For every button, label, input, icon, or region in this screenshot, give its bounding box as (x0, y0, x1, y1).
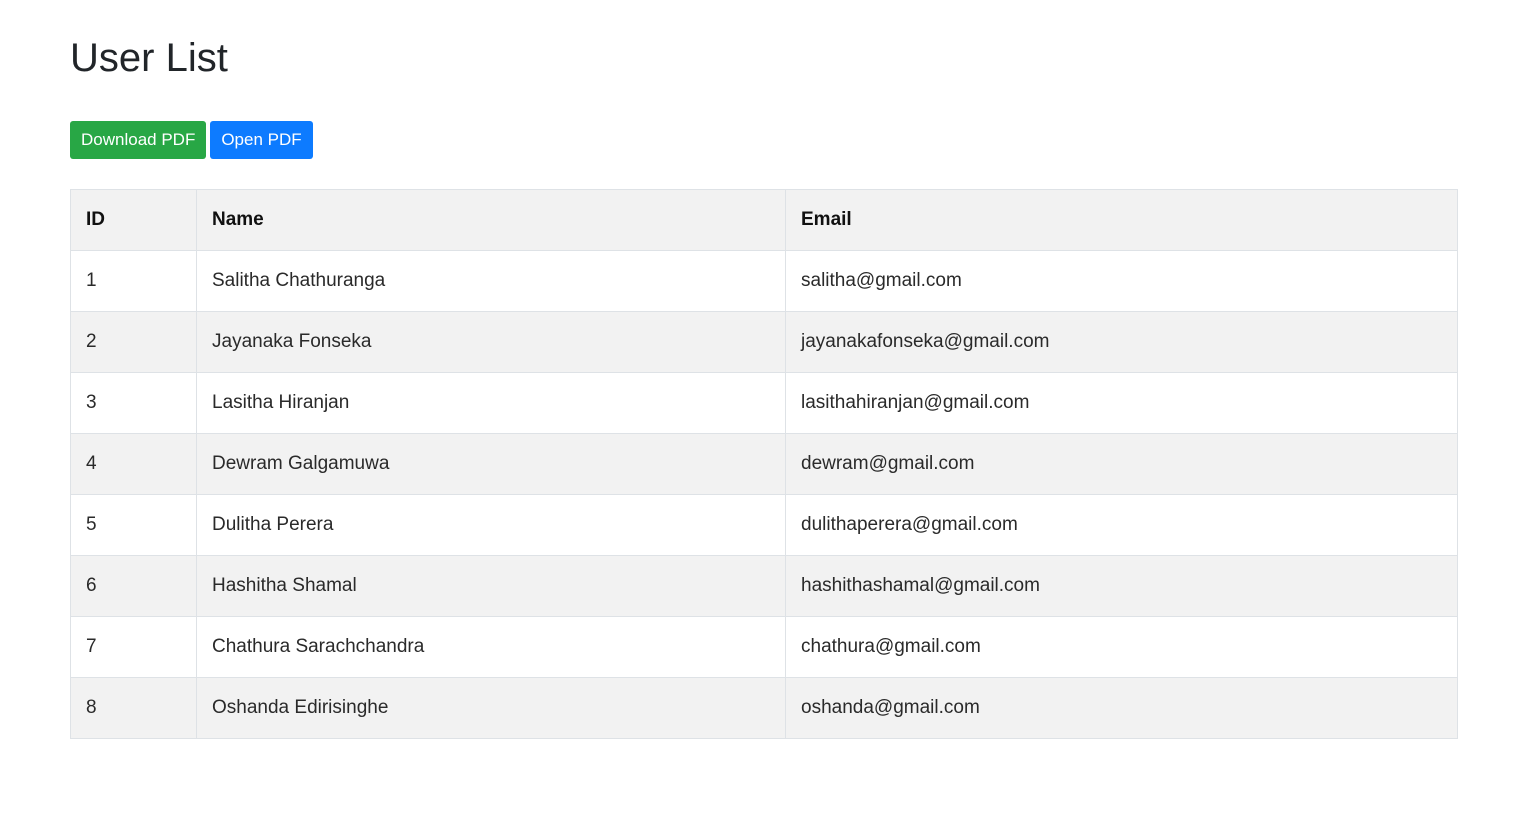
cell-id: 1 (70, 250, 197, 312)
cell-email: dulithaperera@gmail.com (785, 494, 1458, 556)
user-table: ID Name Email 1 Salitha Chathuranga sali… (70, 189, 1458, 739)
cell-name: Oshanda Edirisinghe (196, 677, 786, 739)
table-row: 5 Dulitha Perera dulithaperera@gmail.com (70, 494, 1458, 556)
cell-email: jayanakafonseka@gmail.com (785, 311, 1458, 373)
cell-id: 5 (70, 494, 197, 556)
table-header-row: ID Name Email (70, 189, 1458, 251)
cell-email: oshanda@gmail.com (785, 677, 1458, 739)
cell-id: 3 (70, 372, 197, 434)
download-pdf-button[interactable]: Download PDF (70, 121, 207, 159)
table-row: 2 Jayanaka Fonseka jayanakafonseka@gmail… (70, 311, 1458, 373)
cell-email: dewram@gmail.com (785, 433, 1458, 495)
cell-id: 2 (70, 311, 197, 373)
open-pdf-button[interactable]: Open PDF (210, 121, 313, 159)
table-body: 1 Salitha Chathuranga salitha@gmail.com … (70, 250, 1458, 739)
table-row: 4 Dewram Galgamuwa dewram@gmail.com (70, 433, 1458, 495)
cell-id: 7 (70, 616, 197, 678)
cell-email: salitha@gmail.com (785, 250, 1458, 312)
column-header-id: ID (70, 189, 197, 251)
action-buttons: Download PDF Open PDF (70, 121, 313, 159)
cell-id: 8 (70, 677, 197, 739)
column-header-email: Email (785, 189, 1458, 251)
cell-name: Hashitha Shamal (196, 555, 786, 617)
table-row: 3 Lasitha Hiranjan lasithahiranjan@gmail… (70, 372, 1458, 434)
cell-name: Jayanaka Fonseka (196, 311, 786, 373)
table-header: ID Name Email (70, 189, 1458, 251)
cell-id: 4 (70, 433, 197, 495)
cell-email: lasithahiranjan@gmail.com (785, 372, 1458, 434)
cell-name: Dewram Galgamuwa (196, 433, 786, 495)
page-title: User List (70, 36, 228, 80)
cell-id: 6 (70, 555, 197, 617)
cell-email: hashithashamal@gmail.com (785, 555, 1458, 617)
table-row: 6 Hashitha Shamal hashithashamal@gmail.c… (70, 555, 1458, 617)
cell-name: Chathura Sarachchandra (196, 616, 786, 678)
cell-name: Salitha Chathuranga (196, 250, 786, 312)
column-header-name: Name (196, 189, 786, 251)
table-row: 1 Salitha Chathuranga salitha@gmail.com (70, 250, 1458, 312)
cell-name: Dulitha Perera (196, 494, 786, 556)
table-row: 8 Oshanda Edirisinghe oshanda@gmail.com (70, 677, 1458, 739)
cell-name: Lasitha Hiranjan (196, 372, 786, 434)
cell-email: chathura@gmail.com (785, 616, 1458, 678)
table-row: 7 Chathura Sarachchandra chathura@gmail.… (70, 616, 1458, 678)
